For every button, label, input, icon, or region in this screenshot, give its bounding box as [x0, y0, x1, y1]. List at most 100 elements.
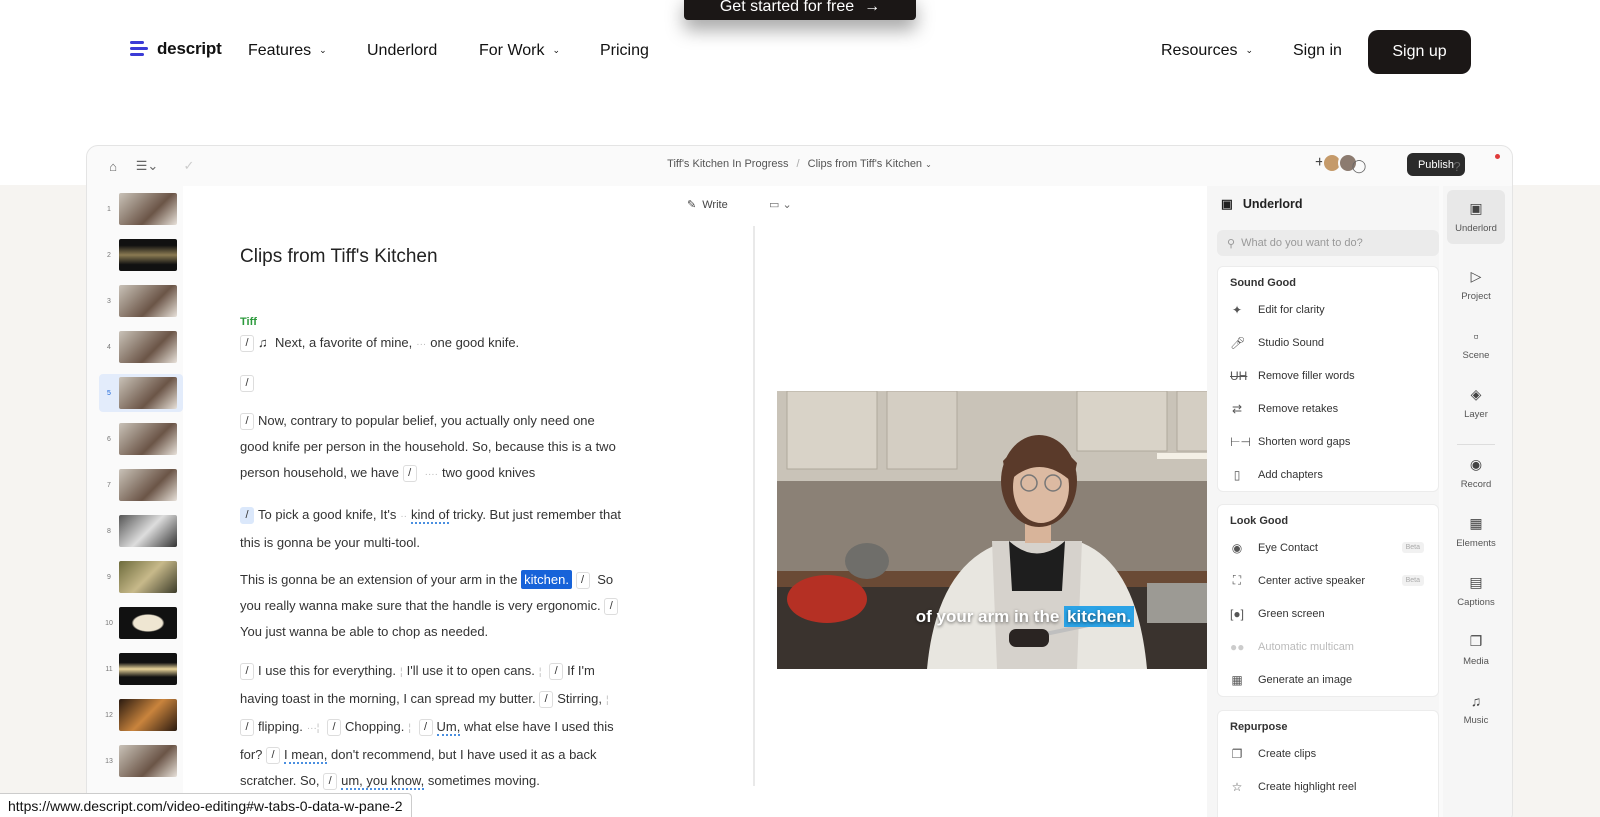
action-label: Shorten word gaps [1258, 435, 1351, 448]
thumbnail-row[interactable]: 6 [99, 420, 183, 458]
link-status-url: https://www.descript.com/video-editing#w… [0, 793, 412, 817]
comment-icon[interactable]: ◯ [1349, 156, 1369, 176]
action-remove-retakes[interactable]: ⇄ Remove retakes [1218, 392, 1438, 425]
site-nav: descript Features ⌄ Underlord For Work ⌄ P… [0, 28, 1600, 76]
rail-captions[interactable]: ▤ Captions [1447, 564, 1505, 618]
filler-word[interactable]: I mean, [284, 747, 328, 764]
nav-resources[interactable]: Resources ⌄ [1161, 42, 1253, 60]
scene-marker[interactable]: / [240, 375, 254, 393]
thumbnail-row[interactable]: 11 [99, 650, 183, 688]
media-icon: ❐ [1469, 633, 1483, 649]
action-create-highlight-reel[interactable]: ☆ Create highlight reel [1218, 770, 1438, 803]
scene-marker[interactable]: / [240, 719, 254, 737]
rail-scene[interactable]: ▫ Scene [1447, 317, 1505, 371]
help-icon[interactable]: ? [1447, 156, 1467, 176]
rail-media[interactable]: ❐ Media [1447, 623, 1505, 677]
action-add-chapters[interactable]: ▯ Add chapters [1218, 458, 1438, 491]
script-paragraph[interactable]: / ♫ Next, a favorite of mine, ··· one good … [240, 330, 625, 358]
action-eye-contact[interactable]: ◉ Eye Contact Beta [1218, 531, 1438, 564]
speaker-label[interactable]: Tiff [240, 316, 257, 328]
scene-marker[interactable]: / [240, 663, 254, 681]
scene-marker[interactable]: / [323, 773, 338, 791]
chevron-down-icon[interactable]: ⌄ [925, 160, 932, 169]
scene-marker[interactable]: / [539, 691, 554, 709]
rail-underlord[interactable]: ▣ Underlord [1447, 190, 1505, 244]
action-generate-an-image[interactable]: ▦ Generate an image [1218, 663, 1438, 696]
scene-marker[interactable]: / [604, 598, 619, 616]
highlighted-word[interactable]: kitchen. [521, 570, 572, 589]
scene-marker[interactable]: / [575, 572, 590, 590]
action-green-screen[interactable]: [●] Green screen [1218, 597, 1438, 630]
script-paragraph[interactable]: / [240, 370, 625, 396]
scene-marker[interactable]: / [402, 465, 417, 483]
document-title[interactable]: Clips from Tiff's Kitchen [240, 246, 438, 268]
thumbnail-row[interactable]: 10 [99, 604, 183, 642]
word-gap: ¦ [605, 695, 609, 706]
thumbnail-row[interactable]: 13 [99, 742, 183, 780]
action-label: Create clips [1258, 747, 1317, 760]
script-paragraph[interactable]: / To pick a good knife, It's ·· kind of tri… [240, 502, 625, 556]
filler-word[interactable]: Um, [436, 719, 461, 736]
nav-pricing-label: Pricing [600, 42, 649, 59]
script-paragraph[interactable]: / I use this for everything. ¦ I'll use it … [240, 658, 625, 794]
filler-word[interactable]: um, you know, [341, 773, 425, 790]
scene-marker-selected[interactable]: / [240, 507, 254, 525]
nav-features[interactable]: Features ⌄ [248, 42, 327, 60]
word-gap: ¦ [400, 667, 403, 678]
underlord-search-input[interactable]: ⚲ What do you want to do? [1217, 230, 1439, 256]
scene-marker[interactable]: / [240, 413, 254, 431]
rail-project[interactable]: ▷ Project [1447, 258, 1505, 312]
section-look-good: Look Good ◉ Eye Contact Beta ⛶ Center activ… [1217, 504, 1439, 697]
thumbnail-row[interactable]: 7 [99, 466, 183, 504]
get-started-label: Get started for free [719, 0, 855, 15]
beta-badge: Beta [1401, 542, 1424, 553]
action-label: Remove filler words [1258, 369, 1355, 382]
thumbnail-number: 5 [107, 389, 111, 397]
thumbnail-row-selected[interactable]: 5 [99, 374, 183, 412]
script-paragraph[interactable]: This is gonna be an extension of your ar… [240, 567, 625, 645]
get-started-button[interactable]: Get started for free → [684, 0, 916, 20]
section-title: Repurpose [1230, 721, 1288, 733]
action-create-clips[interactable]: ❐ Create clips [1218, 737, 1438, 770]
action-remove-filler-words[interactable]: UH Remove filler words [1218, 359, 1438, 392]
filler-word[interactable]: kind of [411, 507, 450, 524]
thumbnail-image [119, 607, 177, 639]
scene-marker[interactable]: / [266, 747, 281, 765]
nav-for-work[interactable]: For Work ⌄ [479, 42, 560, 60]
rail-music[interactable]: ♫ Music [1447, 682, 1505, 736]
scene-marker[interactable]: / [549, 663, 564, 681]
scene-marker[interactable]: / [418, 719, 433, 737]
aspect-ratio-icon[interactable]: ▭ ⌄ [769, 198, 792, 211]
thumbnail-row[interactable]: 8 [99, 512, 183, 550]
thumbnail-row[interactable]: 2 [99, 236, 183, 274]
thumbnail-row[interactable]: 4 [99, 328, 183, 366]
thumbnail-row[interactable]: 12 [99, 696, 183, 734]
thumbnail-row[interactable]: 1 [99, 190, 183, 228]
sign-in-link[interactable]: Sign in [1293, 42, 1342, 60]
script-editor[interactable]: ✎ Write Clips from Tiff's Kitchen Tiff /… [183, 186, 755, 817]
nav-underlord[interactable]: Underlord [367, 42, 437, 60]
action-shorten-word-gaps[interactable]: ⊢⊣ Shorten word gaps [1218, 425, 1438, 458]
rail-record[interactable]: ◉ Record [1447, 446, 1505, 500]
star-icon: ☆ [1231, 779, 1243, 794]
sign-up-button[interactable]: Sign up [1368, 30, 1471, 74]
action-center-active-speaker[interactable]: ⛶ Center active speaker Beta [1218, 564, 1438, 597]
project-icon: ▷ [1470, 268, 1482, 284]
breadcrumb-composition[interactable]: Clips from Tiff's Kitchen [808, 158, 922, 170]
scene-marker[interactable]: / [327, 719, 342, 737]
scene-marker[interactable]: / [240, 335, 254, 353]
descript-logo[interactable]: descript [130, 39, 222, 59]
thumbnail-row[interactable]: 3 [99, 282, 183, 320]
thumbnail-row[interactable]: 9 [99, 558, 183, 596]
script-paragraph[interactable]: / Now, contrary to popular belief, you ac… [240, 408, 625, 488]
caption-text: of your arm in the [915, 607, 1060, 626]
write-button[interactable]: ✎ Write [687, 198, 728, 212]
breadcrumb-project[interactable]: Tiff's Kitchen In Progress [667, 158, 788, 170]
rail-elements[interactable]: ▦ Elements [1447, 505, 1505, 559]
action-studio-sound[interactable]: 🎤︎ Studio Sound [1218, 326, 1438, 359]
thumbnail-number: 9 [107, 573, 111, 581]
nav-pricing[interactable]: Pricing [600, 42, 649, 60]
action-edit-for-clarity[interactable]: ✦ Edit for clarity [1218, 293, 1438, 326]
video-player[interactable]: of your arm in the kitchen. [777, 391, 1273, 669]
rail-layer[interactable]: ◈ Layer [1447, 376, 1505, 430]
